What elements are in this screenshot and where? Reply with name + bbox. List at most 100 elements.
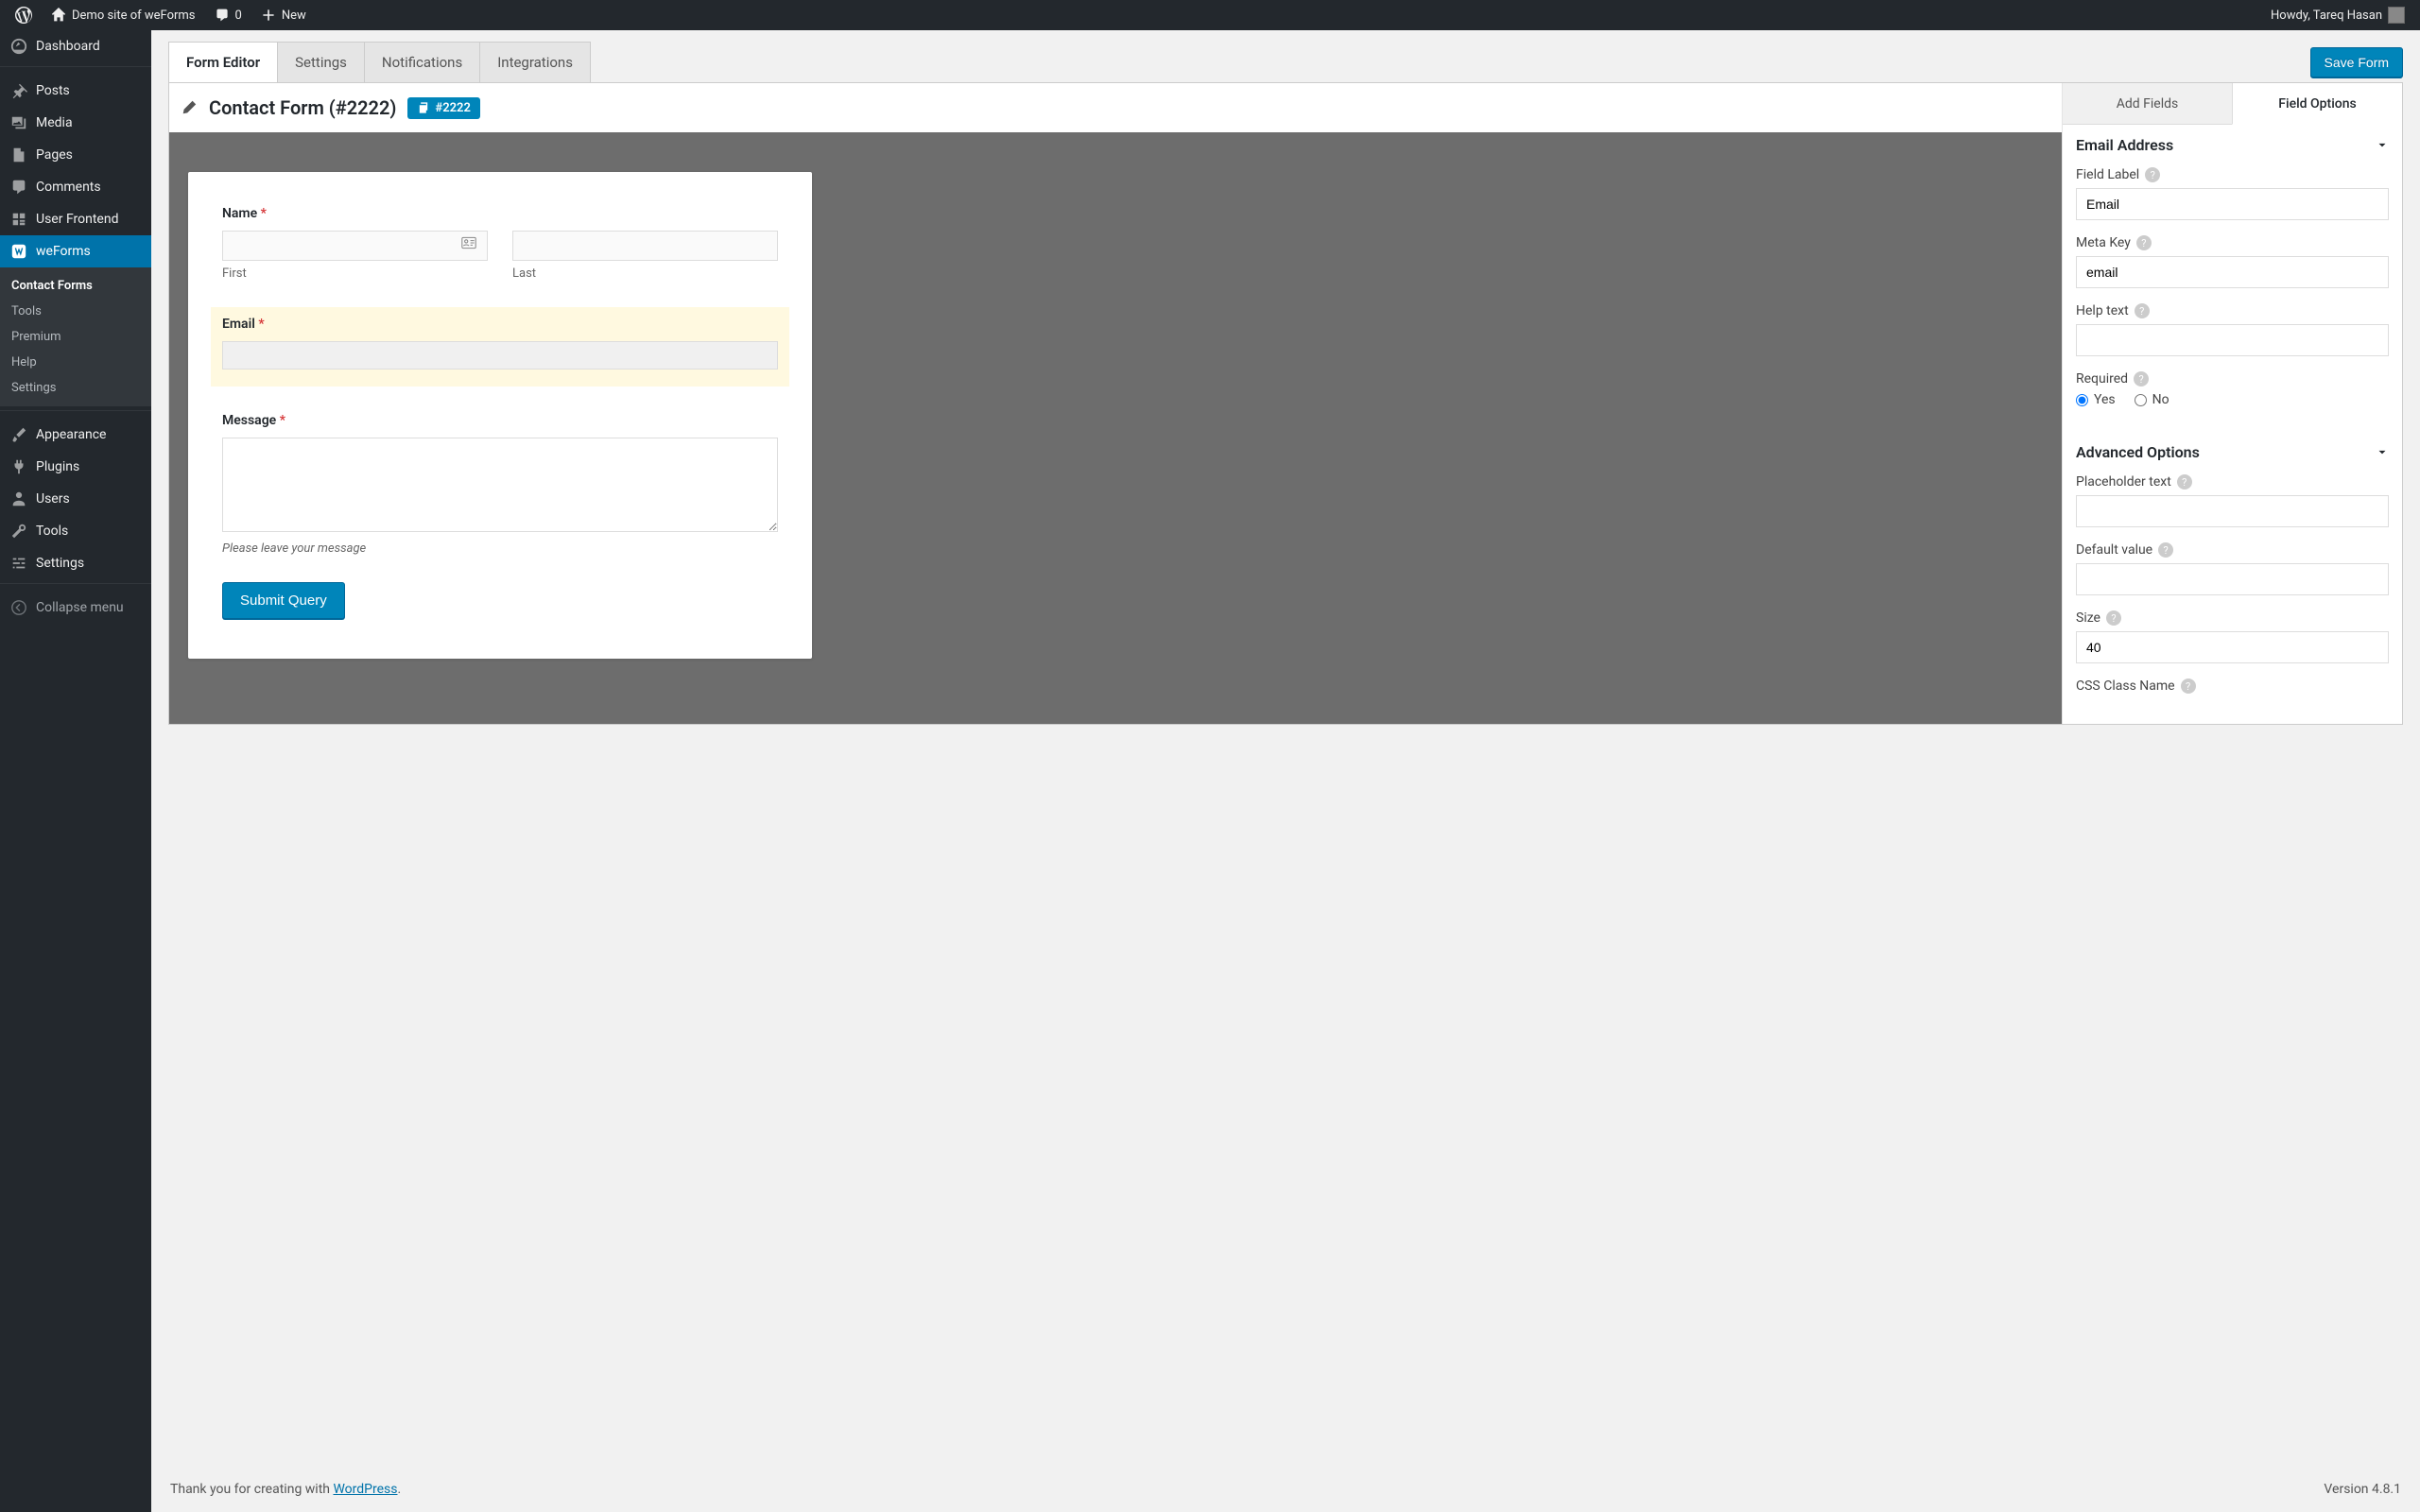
sidebar-item-dashboard[interactable]: Dashboard — [0, 30, 151, 62]
submit-button[interactable]: Submit Query — [222, 582, 345, 619]
dashboard-icon — [9, 38, 28, 55]
form-editor: Contact Form (#2222) #2222 Name * — [168, 82, 2403, 725]
tab-field-options[interactable]: Field Options — [2232, 83, 2402, 125]
sidebar-item-users[interactable]: Users — [0, 483, 151, 515]
version-text: Version 4.8.1 — [2324, 1482, 2401, 1497]
shortcode-badge[interactable]: #2222 — [407, 97, 479, 119]
sidebar-label: Tools — [36, 524, 68, 539]
section-advanced-options[interactable]: Advanced Options — [2063, 432, 2402, 472]
sidebar-item-plugins[interactable]: Plugins — [0, 451, 151, 483]
comment-icon — [215, 8, 230, 23]
sidebar-label: Dashboard — [36, 39, 100, 54]
sub-help[interactable]: Help — [0, 350, 151, 375]
opt-help-text: Help text? — [2076, 303, 2389, 356]
admin-sidebar: Dashboard Posts Media Pages Comments Use… — [0, 30, 151, 1512]
name-last-input[interactable] — [512, 231, 778, 261]
sidebar-label: Pages — [36, 147, 73, 163]
avatar — [2388, 7, 2405, 24]
help-icon[interactable]: ? — [2106, 610, 2121, 626]
help-icon[interactable]: ? — [2135, 303, 2150, 318]
sub-premium[interactable]: Premium — [0, 324, 151, 350]
help-icon[interactable]: ? — [2181, 679, 2196, 694]
comments-count: 0 — [235, 9, 242, 23]
first-name-sublabel: First — [222, 266, 488, 281]
sidebar-item-tools[interactable]: Tools — [0, 515, 151, 547]
site-home[interactable]: Demo site of weForms — [43, 0, 203, 30]
tab-notifications[interactable]: Notifications — [364, 42, 480, 82]
size-input[interactable] — [2076, 631, 2389, 663]
help-icon[interactable]: ? — [2177, 474, 2192, 490]
main-content: Form Editor Settings Notifications Integ… — [151, 30, 2420, 1512]
tabs-row: Form Editor Settings Notifications Integ… — [168, 42, 2403, 82]
new-label: New — [282, 9, 306, 23]
sidebar-label: Collapse menu — [36, 600, 124, 615]
wordpress-icon — [15, 7, 32, 24]
sidebar-label: User Frontend — [36, 212, 118, 227]
field-message[interactable]: Message * Please leave your message — [222, 413, 778, 556]
sidebar-label: Posts — [36, 83, 70, 98]
sidebar-item-posts[interactable]: Posts — [0, 75, 151, 107]
sub-tools[interactable]: Tools — [0, 299, 151, 324]
email-input[interactable] — [222, 341, 778, 369]
wrench-icon — [9, 523, 28, 540]
pin-icon — [9, 82, 28, 99]
message-textarea[interactable] — [222, 438, 778, 532]
field-label: Email * — [222, 317, 778, 332]
sidebar-item-userfrontend[interactable]: User Frontend — [0, 203, 151, 235]
help-text-input[interactable] — [2076, 324, 2389, 356]
help-icon[interactable]: ? — [2134, 371, 2149, 387]
pencil-icon[interactable] — [181, 99, 198, 116]
sidebar-item-settings[interactable]: Settings — [0, 547, 151, 579]
required-no[interactable]: No — [2135, 392, 2169, 407]
new-link[interactable]: New — [253, 0, 314, 30]
field-name[interactable]: Name * First Last — [222, 206, 778, 281]
meta-key-input[interactable] — [2076, 256, 2389, 288]
sliders-icon — [9, 555, 28, 572]
required-yes[interactable]: Yes — [2076, 392, 2116, 407]
tab-settings[interactable]: Settings — [277, 42, 365, 82]
section-email-address[interactable]: Email Address — [2063, 125, 2402, 165]
help-icon[interactable]: ? — [2145, 167, 2160, 182]
howdy-text: Howdy, Tareq Hasan — [2271, 9, 2382, 23]
sub-contact-forms[interactable]: Contact Forms — [0, 273, 151, 299]
plugin-icon — [9, 458, 28, 475]
field-email[interactable]: Email * — [211, 307, 789, 387]
page-icon — [9, 146, 28, 163]
sub-settings[interactable]: Settings — [0, 375, 151, 401]
sidebar-item-weforms[interactable]: weForms — [0, 235, 151, 267]
plus-icon — [261, 8, 276, 23]
name-first-input[interactable] — [222, 231, 488, 261]
sidebar-submenu-weforms: Contact Forms Tools Premium Help Setting… — [0, 267, 151, 406]
tab-integrations[interactable]: Integrations — [479, 42, 591, 82]
tab-form-editor[interactable]: Form Editor — [168, 42, 278, 82]
sidebar-item-appearance[interactable]: Appearance — [0, 419, 151, 451]
form-preview-card: Name * First Last — [188, 172, 812, 659]
opt-size: Size? — [2076, 610, 2389, 663]
field-label: Message * — [222, 413, 778, 428]
help-icon[interactable]: ? — [2136, 235, 2152, 250]
sidebar-item-media[interactable]: Media — [0, 107, 151, 139]
howdy-user[interactable]: Howdy, Tareq Hasan — [2263, 0, 2412, 30]
admin-bar: Demo site of weForms 0 New Howdy, Tareq … — [0, 0, 2420, 30]
copy-icon — [417, 101, 430, 114]
comments-link[interactable]: 0 — [207, 0, 250, 30]
field-options-panel: Add Fields Field Options Email Address F… — [2062, 83, 2402, 724]
sidebar-item-pages[interactable]: Pages — [0, 139, 151, 171]
opt-required: Required? Yes No — [2076, 371, 2389, 407]
placeholder-input[interactable] — [2076, 495, 2389, 527]
sidebar-label: weForms — [36, 244, 91, 259]
wp-logo[interactable] — [8, 0, 40, 30]
wordpress-link[interactable]: WordPress — [333, 1482, 397, 1497]
sidebar-collapse[interactable]: Collapse menu — [0, 592, 151, 624]
sidebar-item-comments[interactable]: Comments — [0, 171, 151, 203]
field-label-input[interactable] — [2076, 188, 2389, 220]
site-title: Demo site of weForms — [72, 9, 196, 23]
help-icon[interactable]: ? — [2158, 542, 2173, 558]
save-form-button[interactable]: Save Form — [2310, 47, 2403, 77]
home-icon — [51, 8, 66, 23]
tab-add-fields[interactable]: Add Fields — [2063, 83, 2232, 125]
field-label: Name * — [222, 206, 778, 221]
form-title-bar: Contact Form (#2222) #2222 — [169, 83, 2062, 132]
default-value-input[interactable] — [2076, 563, 2389, 595]
frontend-icon — [9, 211, 28, 228]
